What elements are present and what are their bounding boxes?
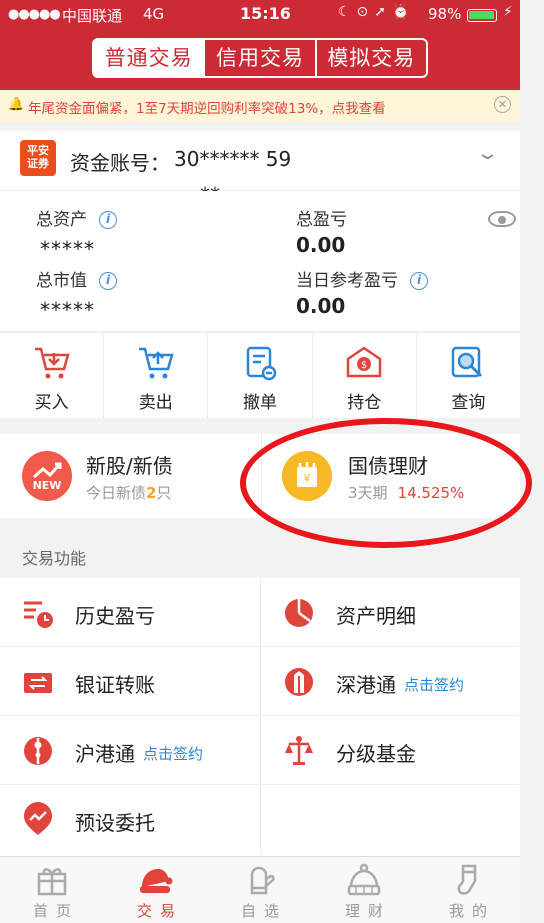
day-pl-value: 0.00 [296,294,346,318]
beanie-icon [347,863,381,896]
ipo-subtitle: 今日新债2只 [86,484,172,502]
tab-trade[interactable]: 交易 [104,857,208,923]
quick-actions: 买入 卖出 撤单 $ 持仓 查询 [0,332,520,418]
shenzhen-hk-item[interactable]: 深港通 点击签约 [260,647,519,716]
tab-watchlist[interactable]: 自选 [208,857,312,923]
new-badge-icon: NEW [22,451,72,501]
ipo-card[interactable]: NEW 新股/新债 今日新债2只 [0,434,259,518]
bank-transfer-item[interactable]: 银证转账 [0,647,259,716]
glove-icon [250,866,275,895]
preset-order-item[interactable]: 预设委托 [0,785,259,854]
carrier-name: 中国联通 [62,7,123,25]
sock-icon [457,864,477,895]
svg-text:NEW: NEW [33,479,62,492]
sell-cart-icon [138,347,174,379]
history-pl-item[interactable]: 历史盈亏 [0,578,259,647]
preset-order-icon [24,802,52,835]
app-screen: ●●●●● 中国联通 4G 15:16 ☾⊙➚⏰ 98% ⚡ 普通交易 信用交易… [0,0,532,923]
eye-icon[interactable] [488,211,516,227]
shenzhen-hk-icon [285,668,313,696]
buy-cart-icon [34,347,70,379]
network-type: 4G [143,5,165,23]
highlight-circle [240,418,532,548]
chevron-down-icon[interactable]: ⌄ [475,143,499,164]
day-pl-label: 当日参考盈亏 i [296,266,428,291]
history-pl-icon [24,601,53,628]
ipo-title: 新股/新债 [86,454,173,478]
total-pl-label: 总盈亏 [296,210,347,230]
info-icon[interactable]: i [410,272,428,290]
status-bar: ●●●●● 中国联通 4G 15:16 ☾⊙➚⏰ 98% ⚡ [0,0,520,30]
notice-text[interactable]: 年尾资金面偏紧，1至7天期逆回购利率突破13%，点我查看 [28,97,386,117]
graded-fund-icon [285,736,313,765]
market-value-label: 总市值 i [36,266,117,291]
total-assets-label: 总资产 i [36,205,117,230]
account-number: 30****** 59 [174,147,292,171]
broker-logo: 平安 证券 [20,140,56,176]
holdings-icon: $ [346,346,382,378]
total-assets-value: ***** [40,237,95,261]
close-icon[interactable]: ✕ [494,96,511,113]
buy-button[interactable]: 买入 [0,333,103,418]
tab-profile[interactable]: 我的 [416,857,520,923]
shanghai-hk-icon [24,737,52,765]
shanghai-hk-item[interactable]: 沪港通 点击签约 [0,716,259,785]
tab-simulated-trade[interactable]: 模拟交易 [314,40,426,76]
tab-wealth[interactable]: 理财 [312,857,416,923]
sign-link[interactable]: 点击签约 [404,676,464,694]
info-icon[interactable]: i [99,272,117,290]
market-value-value: ***** [40,298,95,322]
clock: 15:16 [240,4,291,23]
holdings-button[interactable]: $ 持仓 [311,333,416,418]
pie-chart-icon [285,599,313,627]
sell-button[interactable]: 卖出 [103,333,207,418]
gift-icon [37,868,67,896]
tab-home[interactable]: 首页 [0,857,104,923]
graded-fund-item[interactable]: 分级基金 [260,716,519,785]
section-title: 交易功能 [22,549,87,568]
sign-link[interactable]: 点击签约 [143,745,203,763]
header: ●●●●● 中国联通 4G 15:16 ☾⊙➚⏰ 98% ⚡ 普通交易 信用交易… [0,0,520,90]
battery-icon [467,9,497,22]
cancel-order-button[interactable]: 撤单 [207,333,311,418]
battery-percent: 98% [428,5,462,23]
function-grid: 历史盈亏 资产明细 银证转账 深港通 点击签约 沪港通 点击签约 分级基金 预设委托 [0,578,520,856]
account-label: 资金账号： [70,151,170,175]
info-icon[interactable]: i [99,211,117,229]
query-button[interactable]: 查询 [415,333,520,418]
status-icons: ☾⊙➚⏰ [338,4,416,20]
asset-detail-item[interactable]: 资产明细 [260,578,519,647]
tab-normal-trade[interactable]: 普通交易 [94,40,204,76]
tab-credit-trade[interactable]: 信用交易 [203,40,314,76]
svg-text:$: $ [361,360,367,371]
bottom-tab-bar: 首页 交易 自选 理财 我的 [0,856,520,923]
transfer-icon [24,673,52,693]
charging-icon: ⚡ [503,4,513,20]
notice-banner[interactable]: 🔔 年尾资金面偏紧，1至7天期逆回购利率突破13%，点我查看 ✕ [0,90,520,122]
hat-icon [140,869,173,893]
total-pl-value: 0.00 [296,233,346,257]
bell-icon: 🔔 [8,97,25,112]
trade-mode-switch: 普通交易 信用交易 模拟交易 [92,38,428,78]
asset-summary: 总资产 i ***** 总盈亏 0.00 总市值 i ***** 当日参考盈亏 i 0… [0,191,520,331]
signal-strength: ●●●●● [8,7,61,22]
empty-cell [260,785,519,854]
cancel-order-icon [246,346,277,381]
search-icon [452,346,483,378]
account-row[interactable]: 平安证券 资金账号： 30****** 59 ** ⌄ [0,131,520,207]
